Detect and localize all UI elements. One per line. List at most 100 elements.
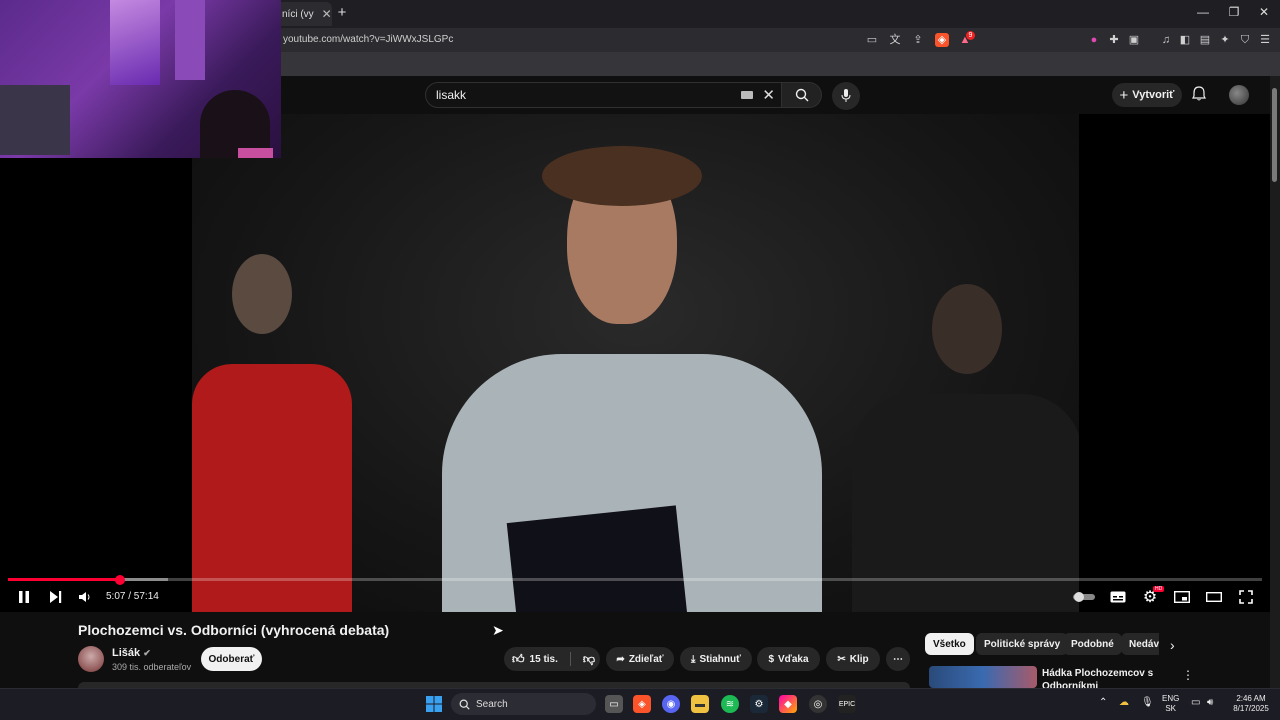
photos-icon[interactable]: ◆ [779,695,797,713]
clock[interactable]: 2:46 AM 8/17/2025 [1226,694,1276,714]
new-tab-button[interactable]: + [334,4,350,21]
fullscreen-button[interactable] [1236,588,1256,606]
fullscreen-icon [1239,590,1253,604]
scrollbar-thumb[interactable] [1272,88,1277,182]
menu-icon[interactable]: ☰ [1258,33,1272,47]
miniplayer-button[interactable] [1172,588,1192,606]
leo-ai-icon[interactable]: ✦ [1218,33,1232,47]
search-input[interactable]: lisakk ✕ [425,82,782,108]
chip-all[interactable]: Všetko [925,633,974,655]
voice-search-button[interactable] [832,82,860,110]
clock-time: 2:46 AM [1236,694,1266,703]
extensions-puzzle-icon[interactable]: ✚ [1107,33,1121,47]
brave-shields-icon[interactable]: ◈ [935,33,949,47]
wallet-icon[interactable]: ▤ [1198,33,1212,47]
person-right [852,284,1079,612]
share-label: Zdieľať [628,653,664,665]
share-icon[interactable]: ⇪ [911,33,925,47]
mouse-cursor: ➤ [492,622,504,638]
tray-mic-icon[interactable]: 🎙︎ [1141,697,1154,708]
keyboard-icon[interactable] [741,91,753,99]
clip-button[interactable]: ✂ Klip [826,647,880,671]
video-frame[interactable] [192,114,1079,612]
tab-close-icon[interactable]: ✕ [322,7,332,21]
autoplay-toggle[interactable] [1072,588,1096,606]
taskbar-search-icon [459,699,470,710]
next-icon [49,591,61,603]
windows-start-icon[interactable] [426,696,442,712]
progress-scrubber[interactable] [115,575,125,585]
url-field[interactable]: youtube.com/watch?v=JiWWxJSLGPc [283,34,453,45]
notifications-bell-icon[interactable] [1192,86,1206,104]
verified-icon: ✔ [143,648,151,658]
thanks-button[interactable]: $ Vďaka [757,647,820,671]
search-button[interactable] [782,82,822,108]
share-button[interactable]: ➦ Zdieľať [606,647,674,671]
search-query: lisakk [436,88,467,102]
dislike-button[interactable]: 👎︎ [583,652,595,667]
taskbar-search[interactable]: Search [451,693,596,715]
share-arrow-icon: ➦ [616,653,625,665]
progress-played [8,578,120,581]
brave-browser-icon[interactable]: ◈ [633,695,651,713]
language-indicator[interactable]: ENG SK [1162,694,1179,714]
download-button[interactable]: ⤓ Stiahnuť [680,647,752,671]
restore-button[interactable]: ❐ [1219,5,1249,19]
miniplayer-icon [1174,591,1190,603]
network-icon[interactable]: ▭ [1191,697,1200,708]
channel-avatar[interactable] [78,646,104,672]
onedrive-icon[interactable]: ☁ [1119,697,1129,708]
subtitles-button[interactable] [1108,588,1128,606]
webcam-overlay [0,0,281,158]
spotify-icon[interactable]: ≋ [721,695,739,713]
next-button[interactable] [45,588,65,606]
task-view-icon[interactable]: ▭ [605,695,623,713]
more-actions-button[interactable]: ⋯ [886,647,910,671]
thanks-icon: $ [768,653,774,665]
rewards-badge: 9 [966,31,975,40]
volume-button[interactable] [75,588,95,606]
epic-games-icon[interactable]: EPIC [838,695,856,713]
screenshot-icon[interactable]: ▣ [1127,33,1141,47]
pause-button[interactable] [14,588,34,606]
scissors-icon: ✂ [837,653,846,665]
obs-icon[interactable]: ◎ [809,695,827,713]
speaker-icon[interactable]: 🔊︎ [1207,697,1213,708]
progress-bar[interactable] [8,578,1262,581]
tray-overflow-icon[interactable]: ⌃ [1099,697,1107,708]
cast-icon[interactable]: ▭ [865,33,879,47]
like-button[interactable]: 👍︎ 15 tis. [512,652,558,667]
steam-icon[interactable]: ⚙ [750,695,768,713]
file-explorer-icon[interactable]: ▬ [691,695,709,713]
subscribe-button[interactable]: Odoberať [201,647,262,671]
translate-icon[interactable]: 文 [888,33,902,47]
chip-recent[interactable]: Nedáv [1121,633,1159,655]
chip-related[interactable]: Podobné [1063,633,1122,655]
clear-search-icon[interactable]: ✕ [762,86,775,104]
minimize-button[interactable]: — [1188,5,1218,19]
recommendation-thumbnail[interactable] [929,666,1037,688]
vpn-icon[interactable]: ⛉ [1238,33,1252,47]
settings-button[interactable]: ⚙ HD [1140,586,1165,606]
chips-next-icon[interactable]: › [1170,637,1175,653]
close-window-button[interactable]: ✕ [1249,5,1279,19]
create-button[interactable]: + Vytvoriť [1112,83,1182,107]
time-display: 5:07 / 57:14 [106,591,159,602]
extension-icon[interactable]: ● [1087,33,1101,47]
channel-name[interactable]: Lišák ✔ [112,647,151,659]
theater-mode-button[interactable] [1204,588,1224,606]
download-label: Stiahnuť [699,653,741,665]
recommendation-menu-icon[interactable]: ⋮ [1182,668,1194,682]
video-title: Plochozemci vs. Odborníci (vyhrocená deb… [78,622,390,638]
more-dots-icon: ⋯ [893,653,903,665]
language-primary: ENG [1162,694,1180,703]
download-icon: ⤓ [691,653,696,665]
pause-icon [19,591,29,603]
account-avatar[interactable] [1229,85,1249,105]
media-icon[interactable]: ♫ [1159,33,1173,47]
chip-political-news[interactable]: Politické správy [976,633,1069,655]
browser-tab[interactable]: níci (vy ✕ [276,2,332,26]
thanks-label: Vďaka [778,653,809,665]
discord-icon[interactable]: ◉ [662,695,680,713]
sidebar-icon[interactable]: ◧ [1178,33,1192,47]
